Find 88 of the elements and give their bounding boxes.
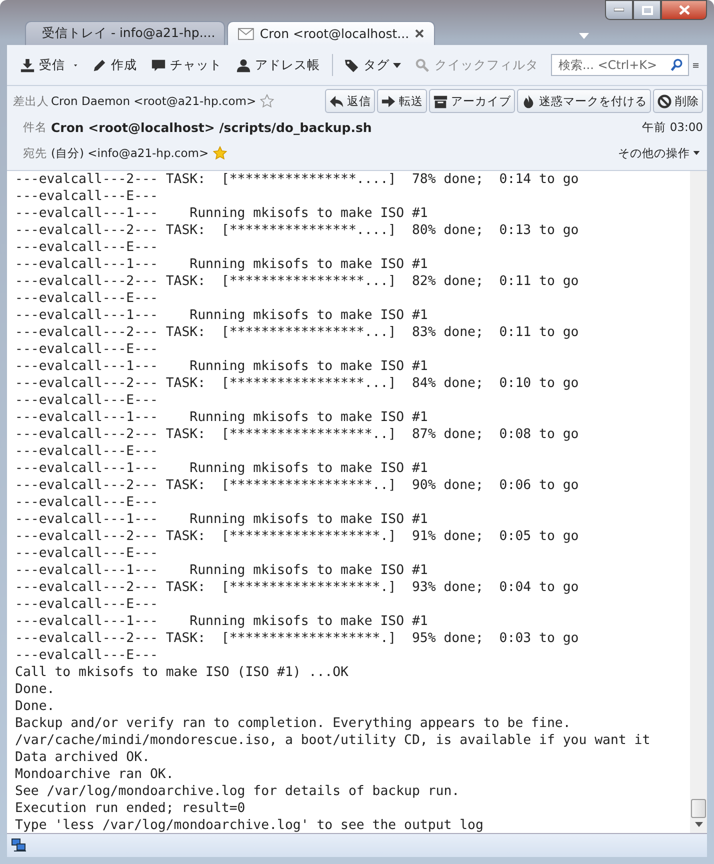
scrollbar-thumb[interactable] — [691, 799, 706, 818]
message-line: Data archived OK. — [15, 749, 151, 766]
message-line: See /var/log/mondoarchive.log for details of backup run. — [15, 783, 461, 800]
right-arrow-icon — [381, 94, 396, 108]
speech-bubble-icon — [151, 58, 166, 72]
flame-icon — [521, 94, 536, 108]
close-icon[interactable] — [415, 29, 424, 38]
message-line: ---evalcall---E--- — [15, 647, 159, 664]
field-label: 宛先 — [22, 146, 47, 160]
message-line: ---evalcall---1--- Running mkisofs to make ISO #1 — [15, 307, 429, 324]
action-button[interactable]: 転送 — [377, 89, 427, 113]
message-line: ---evalcall---2--- TASK: [*****************...] 83% done; 0:11 to go — [15, 324, 580, 341]
left-arrow-icon — [329, 94, 344, 108]
message-line: ---evalcall---E--- — [15, 239, 159, 256]
close-button[interactable] — [661, 0, 707, 20]
action-button[interactable]: 返信 — [325, 89, 375, 113]
field-label: 差出人 — [13, 94, 47, 108]
message-line: ---evalcall---E--- — [15, 596, 159, 613]
message-line: ---evalcall---E--- — [15, 494, 159, 511]
time-text: 午前 03:00 — [642, 120, 703, 134]
toolbar-button[interactable]: 作成 — [87, 54, 142, 76]
message-line: ---evalcall---1--- Running mkisofs to make ISO #1 — [15, 205, 429, 222]
message-line: Mondoarchive ran OK. — [15, 766, 175, 783]
caret-icon — [393, 62, 402, 68]
message-line: ---evalcall---2--- TASK: [*******************.] 91% done; 0:05 to go — [15, 528, 580, 545]
message-line: ---evalcall---2--- TASK: [******************..] 90% done; 0:06 to go — [15, 477, 580, 494]
scrollbar[interactable] — [690, 171, 707, 833]
message-line: ---evalcall---2--- TASK: [*****************...] 82% done; 0:11 to go — [15, 273, 580, 290]
maximize-icon — [642, 6, 652, 14]
maximize-button[interactable] — [633, 0, 661, 20]
action-button[interactable]: 削除 — [653, 89, 703, 113]
search-icon — [415, 58, 430, 72]
message-line: ---evalcall---E--- — [15, 392, 159, 409]
archive-box-icon — [433, 94, 448, 108]
message-line: ---evalcall---E--- — [15, 188, 159, 205]
message-line: ---evalcall---1--- Running mkisofs to make ISO #1 — [15, 511, 429, 528]
message-line: ---evalcall---E--- — [15, 545, 159, 562]
toolbar-button[interactable]: チャット — [146, 54, 228, 76]
message-line: ---evalcall---E--- — [15, 290, 159, 307]
person-icon — [236, 58, 252, 72]
action-button[interactable]: アーカイブ — [429, 89, 515, 113]
pencil-icon — [92, 58, 108, 72]
message-line: ---evalcall---E--- — [15, 443, 159, 460]
action-button[interactable]: 迷惑マークを付ける — [517, 89, 651, 113]
scroll-down-arrow-icon[interactable] — [694, 822, 702, 827]
message-line: ---evalcall---1--- Running mkisofs to make ISO #1 — [15, 562, 429, 579]
caret-icon — [693, 151, 700, 155]
prohibited-icon — [657, 94, 672, 108]
envelope-icon — [238, 28, 254, 40]
subject-text: Cron <root@localhost> /scripts/do_backup.sh — [51, 120, 372, 134]
message-line: ---evalcall---2--- TASK: [*******************.] 95% done; 0:03 to go — [15, 630, 580, 647]
star-icon[interactable] — [260, 94, 274, 108]
message-line: Type 'less /var/log/mondoarchive.log' to see the output log — [15, 817, 484, 833]
tab[interactable]: Cron <root@localhost... — [227, 21, 435, 45]
minimize-button[interactable] — [605, 0, 633, 20]
download-icon — [20, 58, 35, 72]
message-line: ---evalcall---1--- Running mkisofs to make ISO #1 — [15, 358, 429, 375]
recipient-address: (自分) <info@a21-hp.com> — [51, 146, 209, 160]
message-line: ---evalcall---1--- Running mkisofs to make ISO #1 — [15, 460, 429, 477]
message-line: ---evalcall---2--- TASK: [*******************.] 93% done; 0:04 to go — [15, 579, 580, 596]
search-icon — [670, 58, 684, 72]
toolbar-button[interactable]: 受信 — [15, 54, 70, 76]
message-line: ---evalcall---2--- TASK: [****************....] 78% done; 0:14 to go — [15, 171, 580, 188]
tab[interactable]: 受信トレイ - info@a21-hp.... — [25, 21, 225, 45]
search-field[interactable]: 検索... <Ctrl+K> — [551, 54, 690, 76]
message-line: Done. — [15, 681, 56, 698]
minimize-icon — [614, 8, 624, 12]
message-line: ---evalcall---2--- TASK: [*****************...] 84% done; 0:10 to go — [15, 375, 580, 392]
toolbar-button[interactable]: アドレス帳 — [231, 54, 326, 76]
sender-address: Cron Daemon <root@a21-hp.com> — [51, 94, 256, 108]
more-actions-button[interactable]: その他の操作 — [615, 141, 703, 165]
message-line: Call to mkisofs to make ISO (ISO #1) ...OK — [15, 664, 350, 681]
field-label: 件名 — [22, 120, 47, 134]
message-line: ---evalcall---E--- — [15, 341, 159, 358]
message-line: Execution run ended; result=0 — [15, 800, 246, 817]
message-line: Done. — [15, 698, 56, 715]
message-line: ---evalcall---2--- TASK: [******************..] 87% done; 0:08 to go — [15, 426, 580, 443]
message-line: ---evalcall---1--- Running mkisofs to make ISO #1 — [15, 256, 429, 273]
message-line: Backup and/or verify ran to completion. Everything appears to be fine. — [15, 715, 572, 732]
message-line: ---evalcall---1--- Running mkisofs to make ISO #1 — [15, 409, 429, 426]
network-computers-icon — [11, 838, 27, 853]
close-icon — [678, 5, 690, 15]
message-line: /var/cache/mindi/mondorescue.iso, a boot/utility CD, is available if you want it — [15, 732, 652, 749]
toolbar-button[interactable]: タグ — [339, 54, 406, 76]
message-line: ---evalcall---1--- Running mkisofs to make ISO #1 — [15, 613, 429, 630]
tag-icon — [344, 58, 360, 72]
message-line: ---evalcall---2--- TASK: [****************....] 80% done; 0:13 to go — [15, 222, 580, 239]
star-icon[interactable] — [212, 146, 227, 160]
